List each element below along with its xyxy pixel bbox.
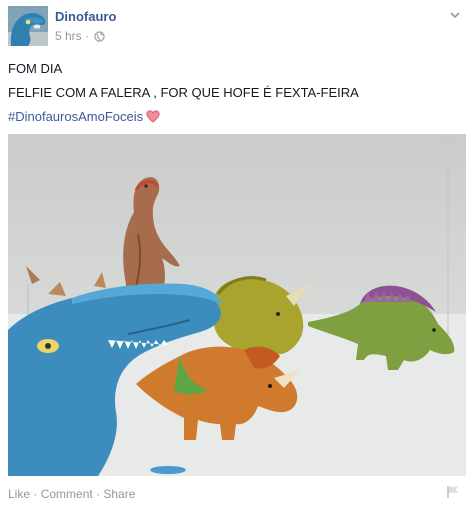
post-text-line-1: FOM DIA	[8, 61, 63, 76]
post-actions: Like · Comment · Share	[8, 487, 135, 501]
avatar[interactable]	[8, 6, 48, 46]
action-separator: ·	[92, 487, 104, 501]
avatar-image	[8, 6, 48, 46]
post-photo[interactable]	[8, 134, 466, 476]
post-text: FOM DIA FELFIE COM A FALERA , FOR QUE HO…	[8, 57, 466, 129]
dinosaur-toys-photo	[8, 134, 466, 476]
post-timestamp[interactable]: 5 hrs	[55, 29, 82, 43]
facebook-post: Dinofauro 5 hrs · FOM DIA FELFIE COM A F…	[0, 0, 474, 510]
share-link[interactable]: Share	[103, 487, 135, 501]
meta-separator: ·	[81, 29, 93, 43]
flag-icon[interactable]	[446, 485, 460, 499]
like-link[interactable]: Like	[8, 487, 30, 501]
action-separator: ·	[30, 487, 41, 501]
hashtag-link[interactable]: #DinofaurosAmoFoceis	[8, 109, 143, 124]
page-name[interactable]: Dinofauro	[55, 9, 116, 24]
post-hashtag-line: #DinofaurosAmoFoceis	[8, 105, 466, 129]
post-meta: 5 hrs ·	[55, 29, 105, 43]
globe-icon[interactable]	[94, 31, 105, 42]
comment-link[interactable]: Comment	[41, 487, 93, 501]
heart-icon	[146, 110, 160, 123]
post-text-line-2: FELFIE COM A FALERA , FOR QUE HOFE É FEX…	[8, 85, 359, 100]
chevron-down-icon[interactable]	[450, 10, 460, 20]
